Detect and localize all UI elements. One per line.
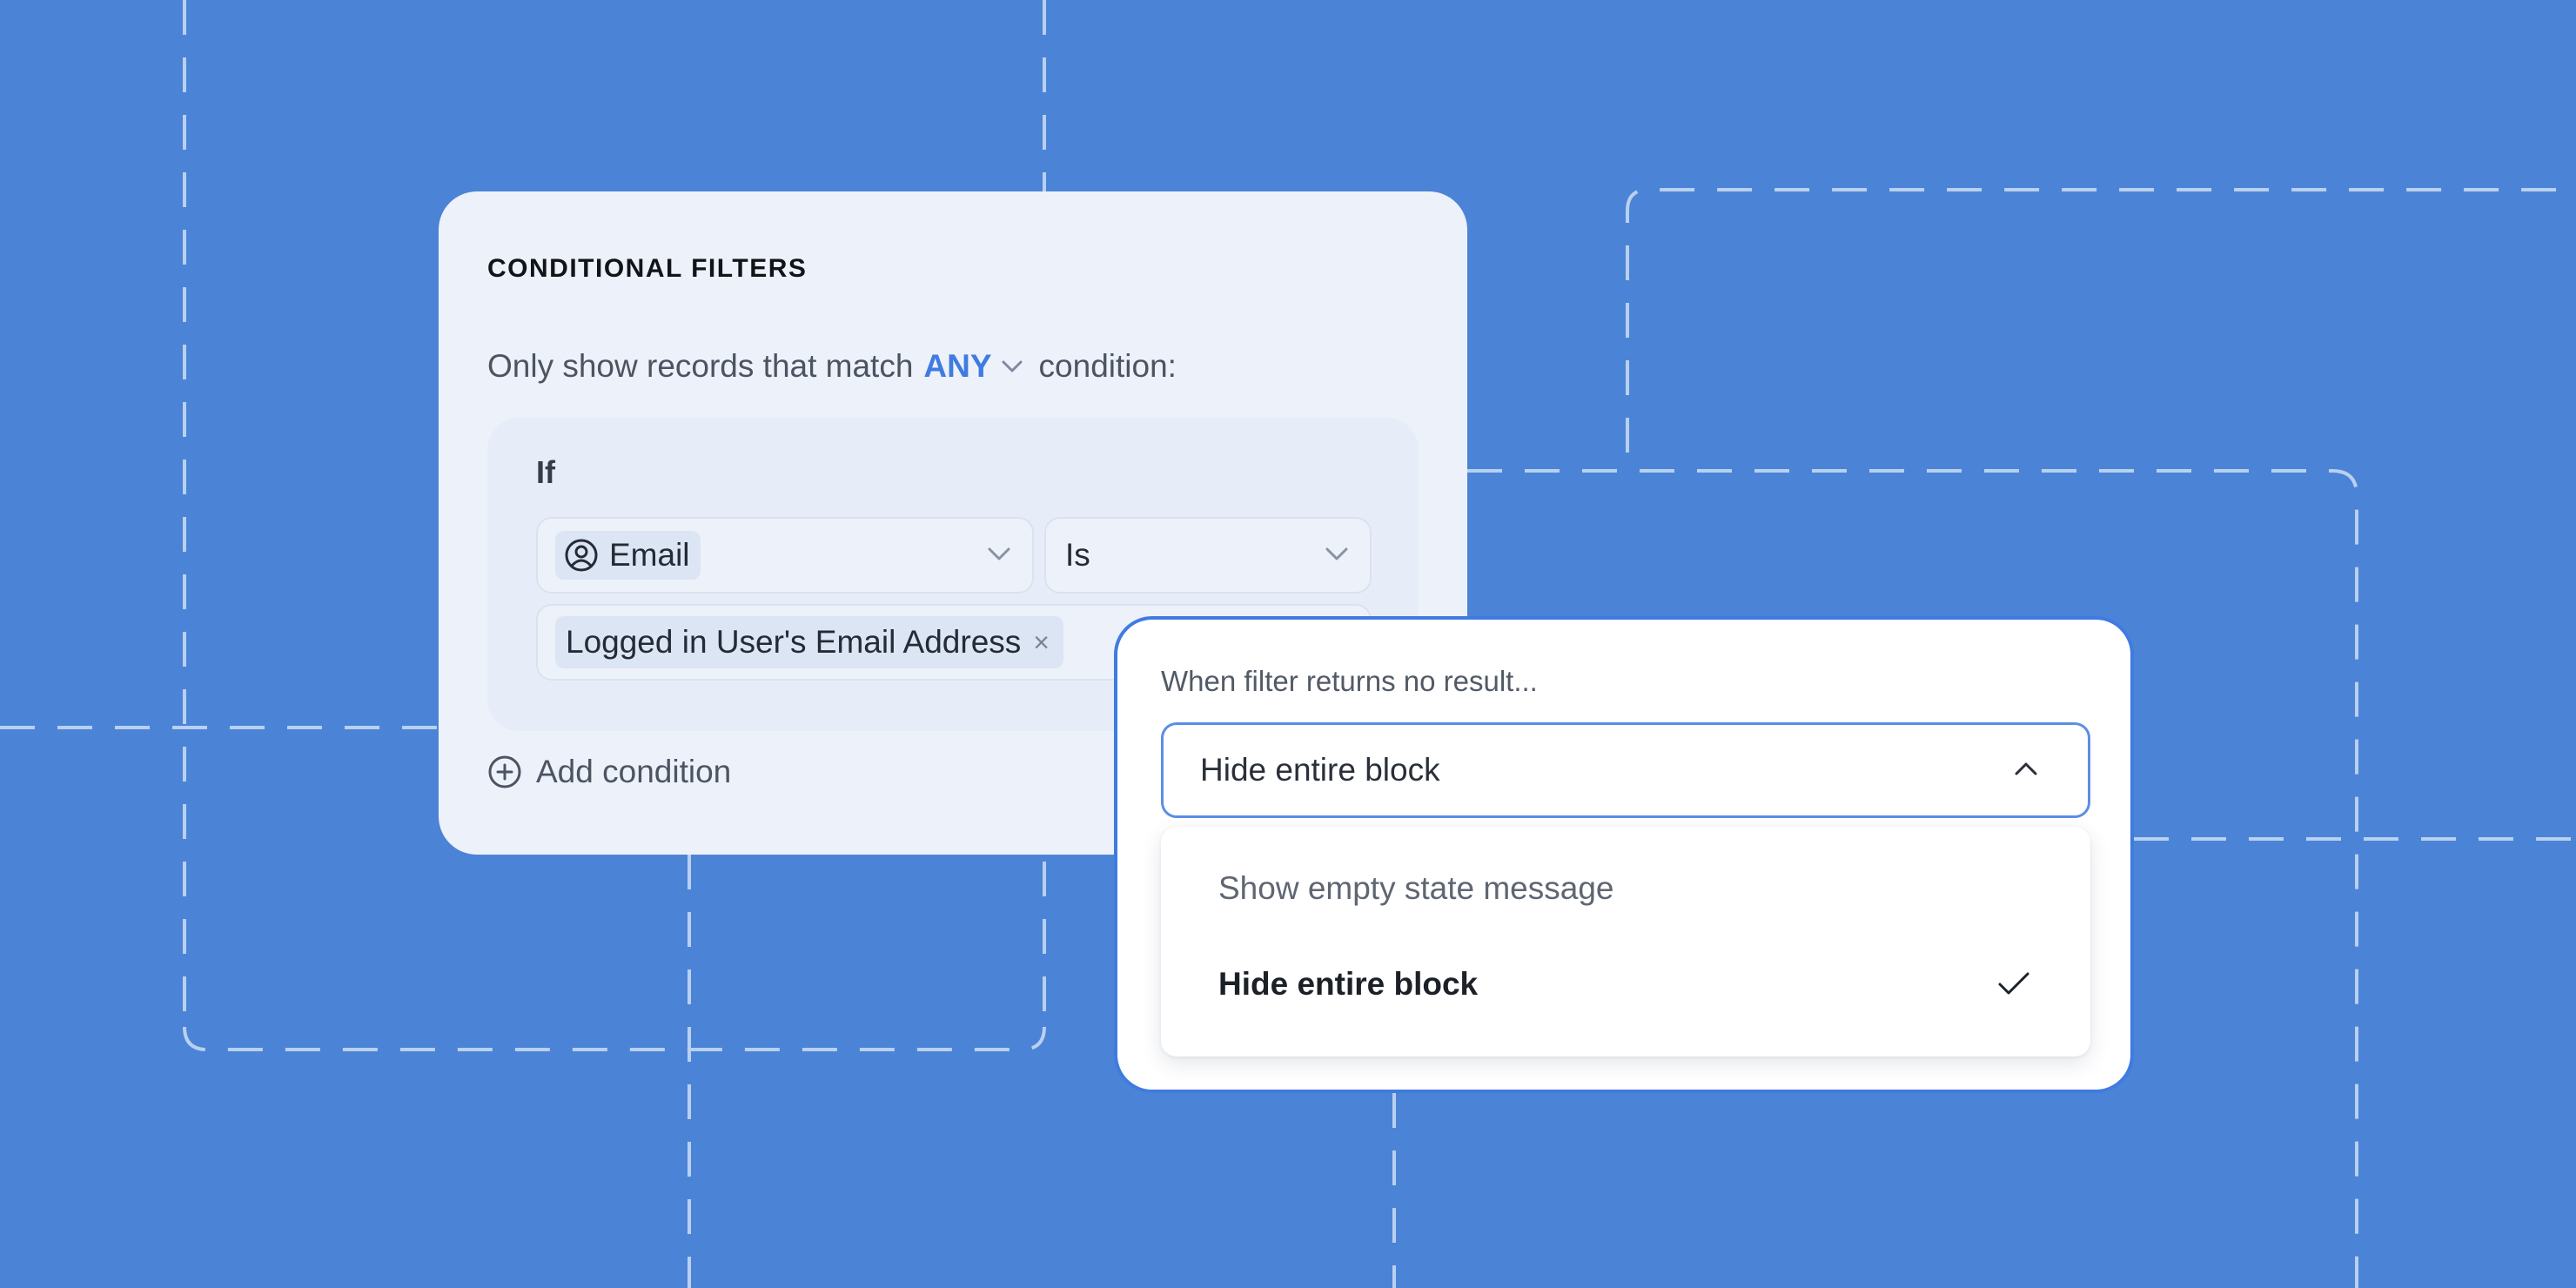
match-mode-row: Only show records that match ANY conditi… <box>487 348 1177 385</box>
close-icon[interactable]: × <box>1033 627 1050 659</box>
match-mode-value: ANY <box>923 348 992 384</box>
field-label: Email <box>609 537 690 573</box>
selected-behavior-value: Hide entire block <box>1200 752 1440 788</box>
match-suffix-text: condition: <box>1038 348 1177 384</box>
chevron-down-icon <box>988 547 1010 560</box>
no-result-label: When filter returns no result... <box>1161 665 1538 697</box>
no-result-panel: When filter returns no result... Hide en… <box>1114 616 2134 1093</box>
chevron-up-icon <box>2015 762 2037 775</box>
match-mode-dropdown[interactable]: ANY <box>923 348 1023 385</box>
operator-value: Is <box>1065 537 1090 573</box>
option-show-empty-state[interactable]: Show empty state message <box>1218 870 2036 907</box>
behavior-options-menu: Show empty state message Hide entire blo… <box>1161 827 2090 1057</box>
if-label: If <box>536 454 555 490</box>
user-circle-icon <box>565 539 598 572</box>
value-chip-label: Logged in User's Email Address <box>566 624 1022 660</box>
no-result-behavior-select[interactable]: Hide entire block <box>1161 722 2090 818</box>
plus-circle-icon <box>488 755 521 788</box>
check-icon <box>1998 972 2029 995</box>
operator-select[interactable]: Is <box>1044 517 1372 594</box>
match-prefix-text: Only show records that match <box>487 348 914 384</box>
add-condition-button[interactable]: Add condition <box>487 754 731 790</box>
option-hide-entire-block[interactable]: Hide entire block <box>1218 966 2036 1003</box>
chevron-down-icon <box>1002 360 1023 372</box>
add-condition-label: Add condition <box>536 754 732 789</box>
field-select[interactable]: Email <box>536 517 1034 594</box>
section-title: CONDITIONAL FILTERS <box>487 254 808 283</box>
field-chip: Email <box>555 531 701 580</box>
value-chip: Logged in User's Email Address × <box>555 616 1063 668</box>
chevron-down-icon <box>1325 547 1348 560</box>
